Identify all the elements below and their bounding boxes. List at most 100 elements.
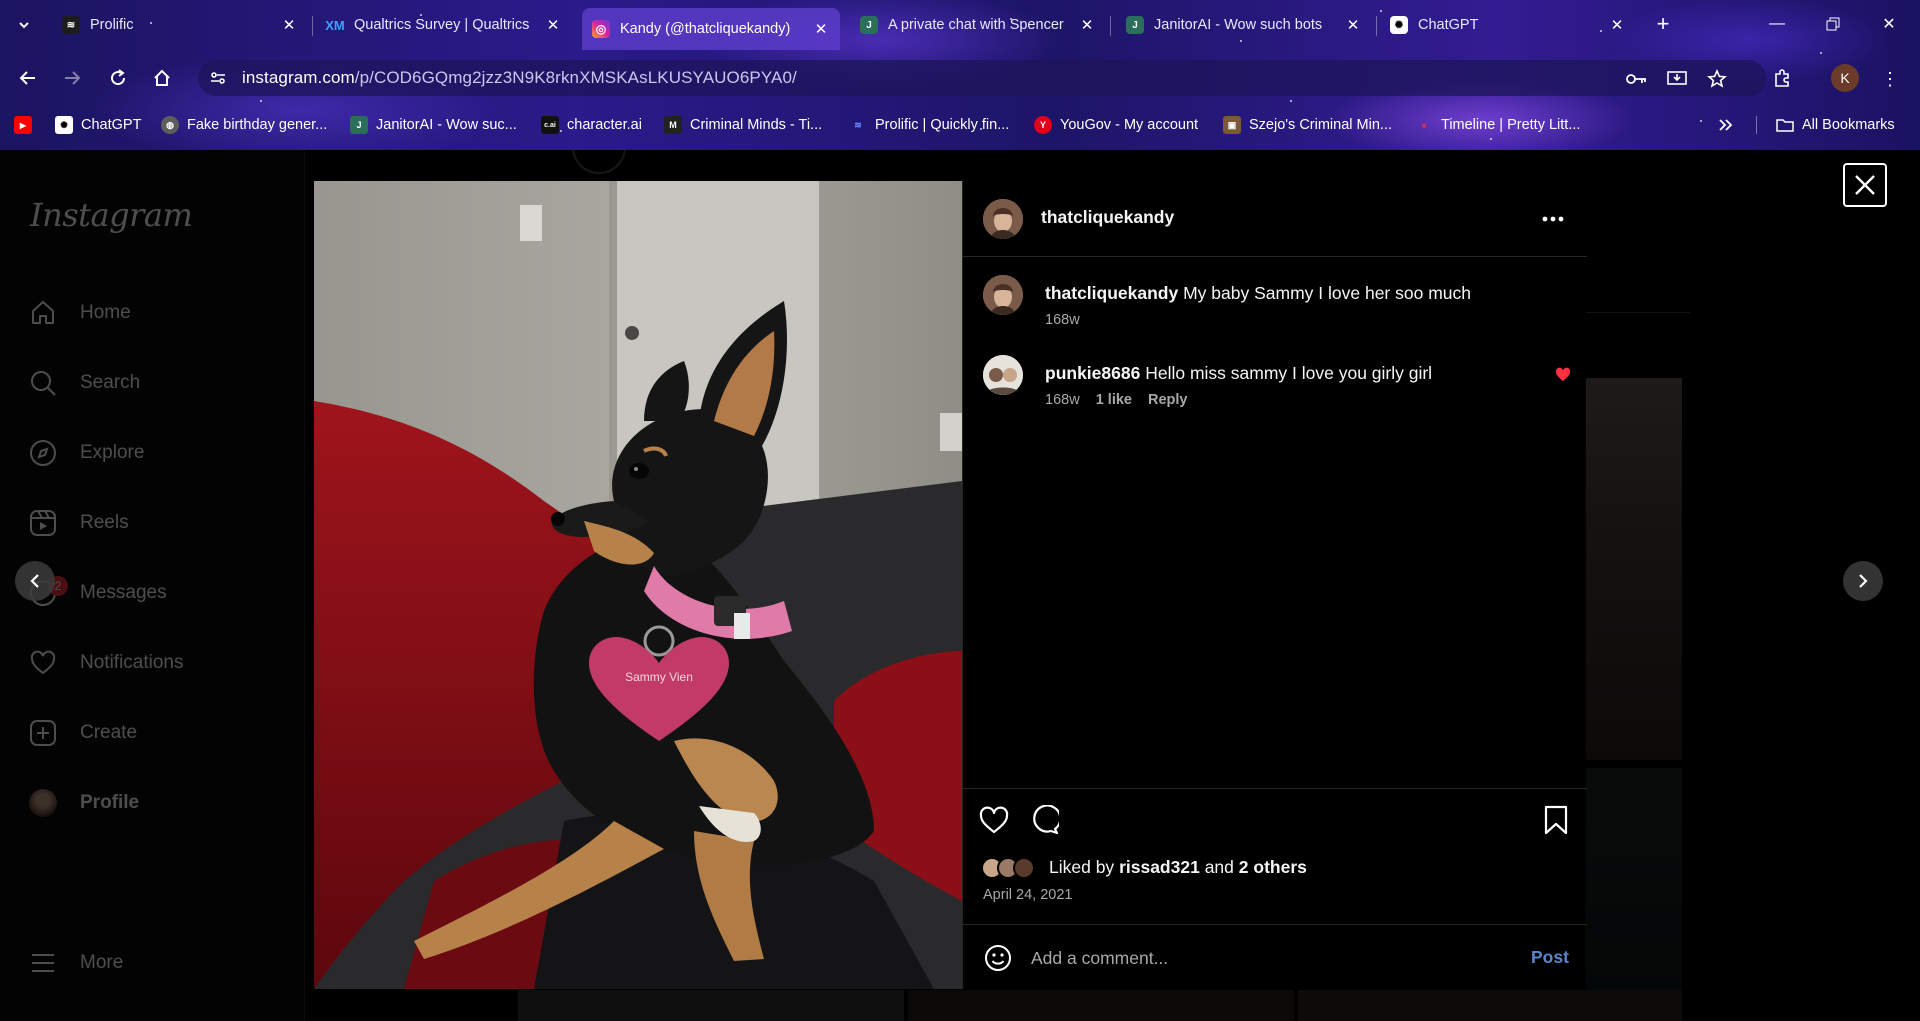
caption-time[interactable]: 168w [1045,312,1080,328]
minimize-button[interactable]: — [1762,10,1792,38]
bookmark-szejo[interactable]: ▣ Szejo's Criminal Min... [1223,114,1392,136]
close-icon [1855,175,1875,195]
password-key-icon[interactable] [1624,66,1650,92]
prolific-icon: ≋ [62,16,80,34]
avatar[interactable] [983,199,1023,239]
caption-body: My baby Sammy I love her soo much [1183,283,1471,303]
tab-instagram-active[interactable]: ◎ Kandy (@thatcliquekandy) ✕ [582,8,840,50]
bookmark-label: Timeline | Pretty Litt... [1441,117,1581,133]
restore-icon [1826,17,1840,31]
close-modal-button[interactable] [1843,163,1887,207]
previous-post-button[interactable] [15,561,55,601]
bookmark-pll-timeline[interactable]: ♠ Timeline | Pretty Litt... [1415,114,1581,136]
home-button[interactable] [148,64,176,92]
more-options-button[interactable] [1537,203,1569,235]
profile-avatar-button[interactable]: K [1831,64,1859,92]
comment-username[interactable]: punkie8686 [1045,363,1140,383]
bookmark-star-icon[interactable] [1704,66,1730,92]
close-icon[interactable]: ✕ [1078,16,1096,34]
liked-by-others-link[interactable]: 2 others [1239,857,1307,877]
liked-by-prefix: Liked by [1049,857,1115,877]
comment-likes[interactable]: 1 like [1096,392,1132,408]
tab-search-button[interactable] [10,12,38,38]
bookmark-fake-birthday[interactable]: ◍ Fake birthday gener... [161,114,327,136]
bookmark-characterai[interactable]: c.ai character.ai [541,114,642,136]
double-chevron-icon [1719,119,1733,131]
tab-qualtrics[interactable]: XM Qualtrics Survey | Qualtrics ✕ [316,8,572,42]
close-icon[interactable]: ✕ [544,16,562,34]
back-arrow-icon [19,71,35,85]
post-details-panel: thatcliquekandy thatcliquekandy My baby … [962,181,1587,989]
bookmark-janitorai[interactable]: J JanitorAI - Wow suc... [350,114,517,136]
url-text: instagram.com/p/COD6GQmg2jzz3N9K8rknXMSK… [242,68,797,87]
tag-text: Sammy Vien [625,670,693,684]
forward-button[interactable] [58,64,86,92]
avatar[interactable] [983,275,1023,315]
tab-janitorai-chat[interactable]: J A private chat with Spencer ✕ [850,8,1106,42]
bookmark-yougov[interactable]: Y YouGov - My account [1034,114,1198,136]
bookmark-label: Criminal Minds - Ti... [690,117,823,133]
comment-body: Hello miss sammy I love you girly girl [1145,363,1433,383]
comment-reply-button[interactable]: Reply [1148,392,1188,408]
chevron-down-icon [19,22,29,29]
browser-menu-button[interactable]: ⋮ [1880,66,1900,92]
chatgpt-icon: ✺ [55,116,73,134]
qualtrics-icon: XM [325,17,345,33]
janitorai-icon: J [350,116,368,134]
tab-prolific[interactable]: ≋ Prolific ✕ [52,8,308,42]
post-author-username[interactable]: thatcliquekandy [1041,207,1174,228]
prolific-icon: ≋ [854,119,862,130]
new-tab-button[interactable]: + [1650,12,1676,38]
tab-strip: ≋ Prolific ✕ XM Qualtrics Survey | Qualt… [0,0,1920,50]
install-app-icon[interactable] [1664,66,1690,92]
comment-time[interactable]: 168w [1045,392,1080,408]
comment-item: punkie8686 Hello miss sammy I love you g… [983,355,1573,415]
avatar[interactable] [983,355,1023,395]
site-info-icon[interactable] [204,64,232,92]
post-date[interactable]: April 24, 2021 [983,887,1072,903]
bookmark-label: Fake birthday gener... [187,117,328,133]
close-icon[interactable]: ✕ [280,16,298,34]
tab-title: Prolific [90,17,134,33]
tab-chatgpt[interactable]: ✺ ChatGPT ✕ [1380,8,1636,42]
bookmark-chatgpt[interactable]: ✺ ChatGPT [55,114,141,136]
reload-button[interactable] [104,64,132,92]
comment-meta: 168w 1 like Reply [1045,392,1200,408]
home-icon [154,69,170,86]
bookmarks-bar: ▶ ✺ ChatGPT ◍ Fake birthday gener... J J… [0,110,1920,140]
bookmark-label: character.ai [567,117,642,133]
tab-title: A private chat with Spencer [888,17,1064,33]
post-photo[interactable]: Sammy Vien [314,181,962,989]
tab-title: Kandy (@thatcliquekandy) [620,21,791,37]
browser-chrome: ≋ Prolific ✕ XM Qualtrics Survey | Qualt… [0,0,1920,150]
bookmark-prolific[interactable]: ≋ Prolific | Quickly fin... [849,114,1009,136]
liked-by-user-link[interactable]: rissad321 [1119,857,1200,877]
save-button[interactable] [1539,803,1573,837]
extensions-button[interactable] [1768,64,1796,92]
bookmark-criminal-minds[interactable]: M Criminal Minds - Ti... [664,114,822,136]
like-button[interactable] [977,803,1011,837]
comment-like-button[interactable] [1555,367,1573,385]
comment-button[interactable] [1027,803,1061,837]
close-window-button[interactable]: ✕ [1874,10,1904,38]
back-button[interactable] [14,64,42,92]
szejo-icon: ▣ [1223,116,1241,134]
bookmarks-overflow-button[interactable] [1718,114,1734,136]
close-icon[interactable]: ✕ [1344,16,1362,34]
chevron-left-icon [30,574,39,588]
close-icon[interactable]: ✕ [1608,16,1626,34]
caption-username[interactable]: thatcliquekandy [1045,283,1178,303]
tab-janitorai[interactable]: J JanitorAI - Wow such bots ✕ [1116,8,1372,42]
bookmark-youtube[interactable]: ▶ [14,114,40,136]
comment-input[interactable] [1031,943,1501,973]
address-bar[interactable]: instagram.com/p/COD6GQmg2jzz3N9K8rknXMSK… [198,60,1766,96]
all-bookmarks-button[interactable]: All Bookmarks [1776,114,1895,136]
next-post-button[interactable] [1843,561,1883,601]
emoji-button[interactable] [981,941,1015,975]
restore-button[interactable] [1818,10,1848,38]
close-icon[interactable]: ✕ [812,20,830,38]
post-comment-button[interactable]: Post [1531,947,1569,968]
liked-by-and: and [1204,857,1234,877]
tab-title: ChatGPT [1418,17,1479,33]
tab-title: Qualtrics Survey | Qualtrics [354,17,530,33]
